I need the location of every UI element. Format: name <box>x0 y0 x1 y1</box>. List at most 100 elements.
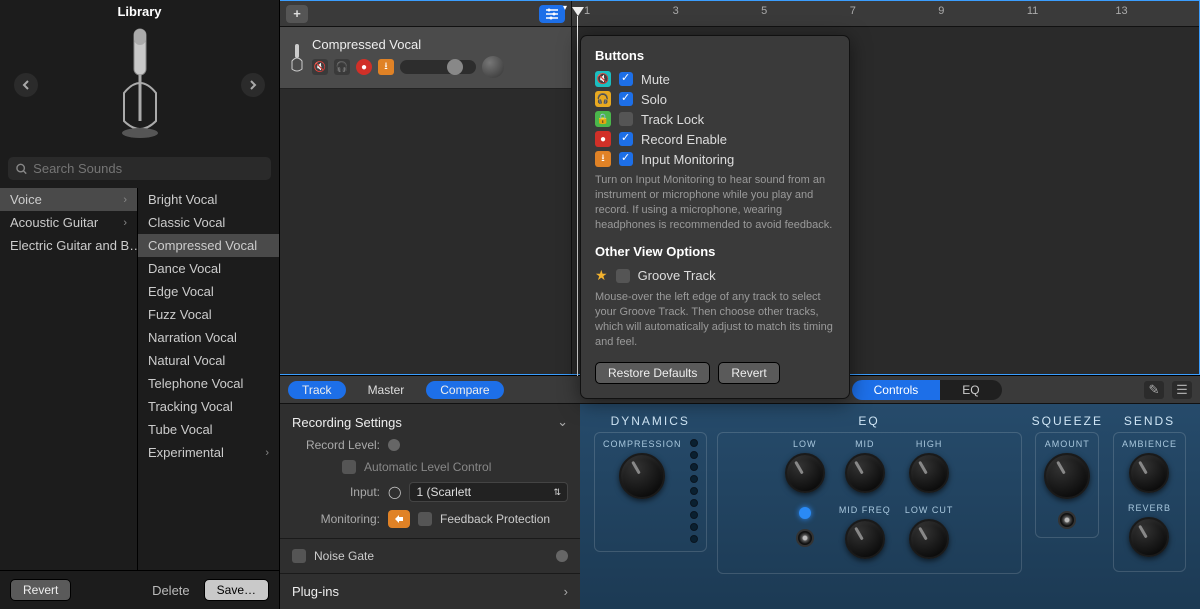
microphone-icon <box>290 43 304 73</box>
timeline-ruler[interactable]: 135791113 <box>572 1 1199 27</box>
solo-icon: 🎧 <box>595 91 611 107</box>
record-level-label: Record Level: <box>292 438 380 452</box>
sends-title: SENDS <box>1124 414 1175 428</box>
preset-list: Bright VocalClassic VocalCompressed Voca… <box>138 188 279 570</box>
squeeze-amount-label: AMOUNT <box>1045 439 1090 449</box>
search-field[interactable] <box>8 157 271 180</box>
category-item[interactable]: Acoustic Guitar› <box>0 211 137 234</box>
track-config-button[interactable]: ▾ <box>539 5 565 23</box>
track-row[interactable]: Compressed Vocal 🔇 🎧 ● ⭳ <box>280 27 571 89</box>
mute-button[interactable]: 🔇 <box>312 59 328 75</box>
volume-slider[interactable] <box>400 60 476 74</box>
groove-track-label: Groove Track <box>638 268 716 283</box>
track lock-icon: 🔒 <box>595 111 611 127</box>
library-revert-button[interactable]: Revert <box>10 579 71 601</box>
preset-item[interactable]: Dance Vocal <box>138 257 279 280</box>
track lock-checkbox[interactable] <box>619 112 633 126</box>
eq-low-label: LOW <box>793 439 817 449</box>
input-select[interactable]: 1 (Scarlett ⇅ <box>409 482 568 502</box>
compare-button[interactable]: Compare <box>426 381 503 399</box>
squeeze-amount-knob[interactable] <box>1044 453 1090 499</box>
input monitoring-checkbox[interactable] <box>619 152 633 166</box>
restore-defaults-button[interactable]: Restore Defaults <box>595 362 710 384</box>
add-track-button[interactable]: + <box>286 5 308 23</box>
ambience-knob[interactable] <box>1129 453 1169 493</box>
eq-lowcut-label: LOW CUT <box>905 505 954 515</box>
popover-monitoring-description: Turn on Input Monitoring to hear sound f… <box>595 173 835 232</box>
arrangement-area[interactable]: 135791113 Buttons 🔇Mute🎧Solo🔒Track Lock●… <box>572 1 1199 374</box>
library-forward-button[interactable] <box>241 73 265 97</box>
solo-label: Solo <box>641 92 667 107</box>
noise-gate-slider[interactable] <box>556 550 568 562</box>
jack-icon <box>796 529 814 547</box>
preset-item[interactable]: Natural Vocal <box>138 349 279 372</box>
preset-item[interactable]: Experimental› <box>138 441 279 464</box>
preset-item[interactable]: Narration Vocal <box>138 326 279 349</box>
auto-level-checkbox[interactable] <box>342 460 356 474</box>
popover-other-heading: Other View Options <box>595 244 835 259</box>
record-level-slider[interactable] <box>388 439 400 451</box>
feedback-protection-checkbox[interactable] <box>418 512 432 526</box>
record enable-checkbox[interactable] <box>619 132 633 146</box>
chevron-down-icon[interactable]: ⌄ <box>557 414 568 430</box>
preset-item[interactable]: Classic Vocal <box>138 211 279 234</box>
search-input[interactable] <box>33 161 263 176</box>
preset-item[interactable]: Bright Vocal <box>138 188 279 211</box>
solo-button[interactable]: 🎧 <box>334 59 350 75</box>
preset-item[interactable]: Tube Vocal <box>138 418 279 441</box>
chevron-right-icon: › <box>265 447 269 459</box>
pan-knob[interactable] <box>482 56 504 78</box>
popover-revert-button[interactable]: Revert <box>718 362 779 384</box>
squeeze-title: SQUEEZE <box>1032 414 1103 428</box>
preset-item[interactable]: Tracking Vocal <box>138 395 279 418</box>
inspector-panel: Recording Settings ⌄ Record Level: Autom… <box>280 404 580 609</box>
plugins-section[interactable]: Plug-ins › <box>292 584 568 599</box>
eq-lowcut-knob[interactable] <box>909 519 949 559</box>
microphone-icon <box>105 25 175 145</box>
monitoring-button[interactable] <box>388 510 410 528</box>
jack-icon <box>1058 511 1076 529</box>
stereo-toggle-icon[interactable]: ◯ <box>388 485 401 499</box>
preset-item[interactable]: Telephone Vocal <box>138 372 279 395</box>
compression-knob[interactable] <box>619 453 665 499</box>
eq-mid-knob[interactable] <box>845 453 885 493</box>
eq-low-knob[interactable] <box>785 453 825 493</box>
category-item[interactable]: Voice› <box>0 188 137 211</box>
arrow-left-icon <box>21 80 31 90</box>
eq-tab[interactable]: EQ <box>940 380 1001 400</box>
eq-midfreq-knob[interactable] <box>845 519 885 559</box>
library-panel: Library Voice›Acoustic Guitar›Electric G… <box>0 0 280 609</box>
library-back-button[interactable] <box>14 73 38 97</box>
preset-item[interactable]: Compressed Vocal <box>138 234 279 257</box>
solo-checkbox[interactable] <box>619 92 633 106</box>
eq-high-knob[interactable] <box>909 453 949 493</box>
ruler-tick: 3 <box>673 5 679 17</box>
ruler-tick: 7 <box>850 5 856 17</box>
dynamics-title: DYNAMICS <box>611 414 690 428</box>
library-delete-button[interactable]: Delete <box>152 583 190 598</box>
noise-gate-checkbox[interactable] <box>292 549 306 563</box>
category-item[interactable]: Electric Guitar and B…› <box>0 234 137 257</box>
playhead-icon[interactable] <box>572 7 584 16</box>
preset-item[interactable]: Fuzz Vocal <box>138 303 279 326</box>
input monitoring-icon: ⭳ <box>595 151 611 167</box>
recording-settings-heading: Recording Settings <box>292 415 402 430</box>
groove-track-checkbox[interactable] <box>616 269 630 283</box>
inspector-toggle-icon[interactable]: ☰ <box>1172 381 1192 399</box>
controls-tab[interactable]: Controls <box>852 380 941 400</box>
preset-item[interactable]: Edge Vocal <box>138 280 279 303</box>
master-tab[interactable]: Master <box>354 381 419 399</box>
feedback-protection-label: Feedback Protection <box>440 512 550 526</box>
library-title: Library <box>0 0 279 21</box>
chevron-right-icon: › <box>123 217 127 229</box>
eq-high-label: HIGH <box>916 439 943 449</box>
track-tab[interactable]: Track <box>288 381 346 399</box>
monitoring-label: Monitoring: <box>292 512 380 526</box>
edit-icon[interactable]: ✎ <box>1144 381 1164 399</box>
input-monitoring-button[interactable]: ⭳ <box>378 59 394 75</box>
mute-checkbox[interactable] <box>619 72 633 86</box>
record enable-label: Record Enable <box>641 132 727 147</box>
library-save-button[interactable]: Save… <box>204 579 269 601</box>
reverb-knob[interactable] <box>1129 517 1169 557</box>
record-enable-button[interactable]: ● <box>356 59 372 75</box>
